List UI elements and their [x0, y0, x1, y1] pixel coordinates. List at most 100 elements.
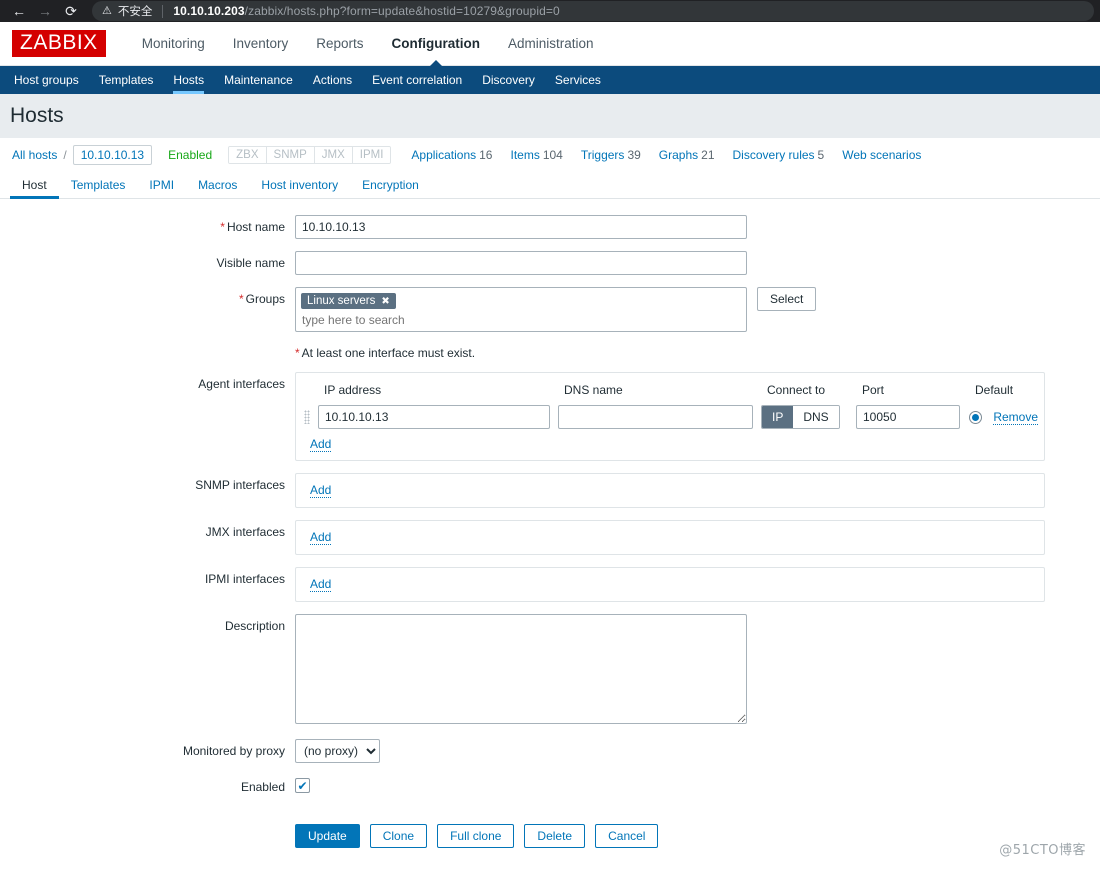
interface-ip-input[interactable]	[318, 405, 550, 429]
url-path: /zabbix/hosts.php?form=update&hostid=102…	[244, 4, 560, 18]
forward-icon[interactable]: →	[32, 1, 58, 21]
delete-button[interactable]: Delete	[524, 824, 586, 848]
sub-menu-item-actions[interactable]: Actions	[303, 66, 362, 94]
main-menu-item-configuration[interactable]: Configuration	[378, 22, 494, 66]
add-snmp-interface-link[interactable]: Add	[310, 483, 332, 498]
remove-interface-link[interactable]: Remove	[993, 409, 1039, 425]
sub-menu-item-hosts[interactable]: Hosts	[163, 66, 214, 94]
snmp-interfaces-label: SNMP interfaces	[195, 478, 285, 492]
host-name-label: * Host name	[0, 215, 295, 234]
cancel-button[interactable]: Cancel	[595, 824, 659, 848]
tab-host-inventory[interactable]: Host inventory	[249, 172, 350, 198]
link-discovery-rules[interactable]: Discovery rules 5	[733, 148, 825, 162]
interface-availability-badges: ZBX SNMP JMX IPMI	[228, 146, 392, 164]
link-triggers-label: Triggers	[580, 148, 625, 162]
ipmi-interfaces-label: IPMI interfaces	[204, 572, 285, 586]
column-header-default: Default	[975, 383, 1014, 397]
host-status-label[interactable]: Enabled	[168, 148, 212, 162]
zabbix-logo[interactable]: ZABBIX	[12, 29, 106, 58]
monitored-by-proxy-label: Monitored by proxy	[182, 744, 285, 758]
breadcrumb-all-hosts[interactable]: All hosts	[12, 148, 57, 162]
snmp-interfaces-table: Add	[295, 473, 1045, 508]
column-header-port: Port	[862, 383, 885, 397]
enabled-label: Enabled	[240, 780, 285, 794]
table-row: IP DNS Remove	[304, 405, 1039, 429]
add-agent-interface-link[interactable]: Add	[310, 437, 332, 452]
description-textarea[interactable]	[295, 614, 747, 724]
required-marker: *	[295, 346, 300, 360]
sub-menu-item-services[interactable]: Services	[545, 66, 611, 94]
sub-menu-item-event-correlation[interactable]: Event correlation	[362, 66, 472, 94]
tab-macros[interactable]: Macros	[186, 172, 249, 198]
field-visible-name: Visible name	[0, 251, 1100, 275]
breadcrumb: All hosts / 10.10.10.13 Enabled ZBX SNMP…	[0, 138, 1100, 172]
sub-menu-item-discovery[interactable]: Discovery	[472, 66, 545, 94]
omnibox-divider	[162, 4, 164, 18]
column-header-connect-to: Connect to	[767, 383, 826, 397]
field-enabled: Enabled ✔	[0, 775, 1100, 794]
interface-port-input[interactable]	[856, 405, 960, 429]
agent-interfaces-header-row: IP address DNS name Connect to Port Defa…	[304, 381, 1034, 405]
host-name-input[interactable]	[295, 215, 747, 239]
link-graphs[interactable]: Graphs 21	[659, 148, 715, 162]
group-chip-linux-servers[interactable]: Linux servers ✖	[301, 293, 396, 309]
update-button[interactable]: Update	[295, 824, 360, 848]
breadcrumb-separator: /	[63, 148, 67, 162]
breadcrumb-current-host[interactable]: 10.10.10.13	[72, 145, 153, 165]
link-items[interactable]: Items 104	[510, 148, 562, 162]
clone-button[interactable]: Clone	[369, 824, 428, 848]
main-menu-item-monitoring[interactable]: Monitoring	[128, 22, 219, 66]
badge-snmp: SNMP	[266, 147, 315, 163]
warning-triangle-icon: ⚠	[102, 4, 112, 17]
required-marker: *	[238, 292, 244, 306]
agent-interfaces-table: IP address DNS name Connect to Port Defa…	[295, 372, 1045, 461]
sub-menu-item-maintenance[interactable]: Maintenance	[214, 66, 303, 94]
main-menu-item-inventory[interactable]: Inventory	[219, 22, 303, 66]
back-icon[interactable]: ←	[6, 1, 32, 21]
enabled-checkbox[interactable]: ✔	[295, 778, 310, 793]
add-ipmi-interface-link[interactable]: Add	[310, 577, 332, 592]
app-header: ZABBIX Monitoring Inventory Reports Conf…	[0, 22, 1100, 66]
watermark: @51CTO博客	[999, 843, 1086, 858]
link-items-count: 104	[542, 148, 563, 162]
sub-menu-item-host-groups[interactable]: Host groups	[4, 66, 89, 94]
default-interface-radio[interactable]	[969, 411, 982, 425]
link-triggers[interactable]: Triggers 39	[581, 148, 641, 162]
tab-encryption[interactable]: Encryption	[350, 172, 431, 198]
monitored-by-proxy-select[interactable]: (no proxy)	[295, 739, 380, 763]
jmx-interfaces-table: Add	[295, 520, 1045, 555]
interface-dns-input[interactable]	[558, 405, 753, 429]
groups-multiselect[interactable]: Linux servers ✖	[295, 287, 747, 332]
field-agent-interfaces: Agent interfaces IP address DNS name Con…	[0, 372, 1100, 461]
reload-icon[interactable]: ⟳	[58, 1, 84, 21]
badge-jmx: JMX	[314, 147, 353, 163]
main-menu-item-reports[interactable]: Reports	[302, 22, 377, 66]
sub-menu-item-templates[interactable]: Templates	[89, 66, 164, 94]
connect-to-option-ip[interactable]: IP	[762, 406, 794, 428]
form-actions-row: Update Clone Full clone Delete Cancel	[0, 806, 1100, 848]
field-description: Description	[0, 614, 1100, 727]
badge-ipmi: IPMI	[352, 147, 391, 163]
tab-host[interactable]: Host	[10, 172, 59, 199]
address-bar[interactable]: ⚠ 不安全 10.10.10.203/zabbix/hosts.php?form…	[92, 1, 1094, 21]
url-host: 10.10.10.203	[173, 4, 245, 18]
tab-ipmi[interactable]: IPMI	[137, 172, 186, 198]
visible-name-input[interactable]	[295, 251, 747, 275]
drag-handle-icon[interactable]	[304, 410, 310, 424]
close-icon[interactable]: ✖	[381, 296, 389, 307]
page-title: Hosts	[10, 104, 64, 127]
required-marker: *	[220, 220, 225, 234]
link-web-scenarios[interactable]: Web scenarios	[842, 148, 921, 162]
groups-search-input[interactable]	[301, 313, 741, 327]
field-groups: *Groups Linux servers ✖ Select	[0, 287, 1100, 332]
main-menu-item-administration[interactable]: Administration	[494, 22, 608, 66]
tab-templates[interactable]: Templates	[59, 172, 138, 198]
main-menu: Monitoring Inventory Reports Configurati…	[128, 22, 608, 66]
groups-select-button[interactable]: Select	[757, 287, 817, 311]
link-applications[interactable]: Applications 16	[411, 148, 492, 162]
connect-to-option-dns[interactable]: DNS	[793, 406, 839, 428]
interface-note-text: At least one interface must exist.	[301, 346, 476, 360]
add-jmx-interface-link[interactable]: Add	[310, 530, 332, 545]
full-clone-button[interactable]: Full clone	[437, 824, 515, 848]
field-host-name: * Host name	[0, 215, 1100, 239]
